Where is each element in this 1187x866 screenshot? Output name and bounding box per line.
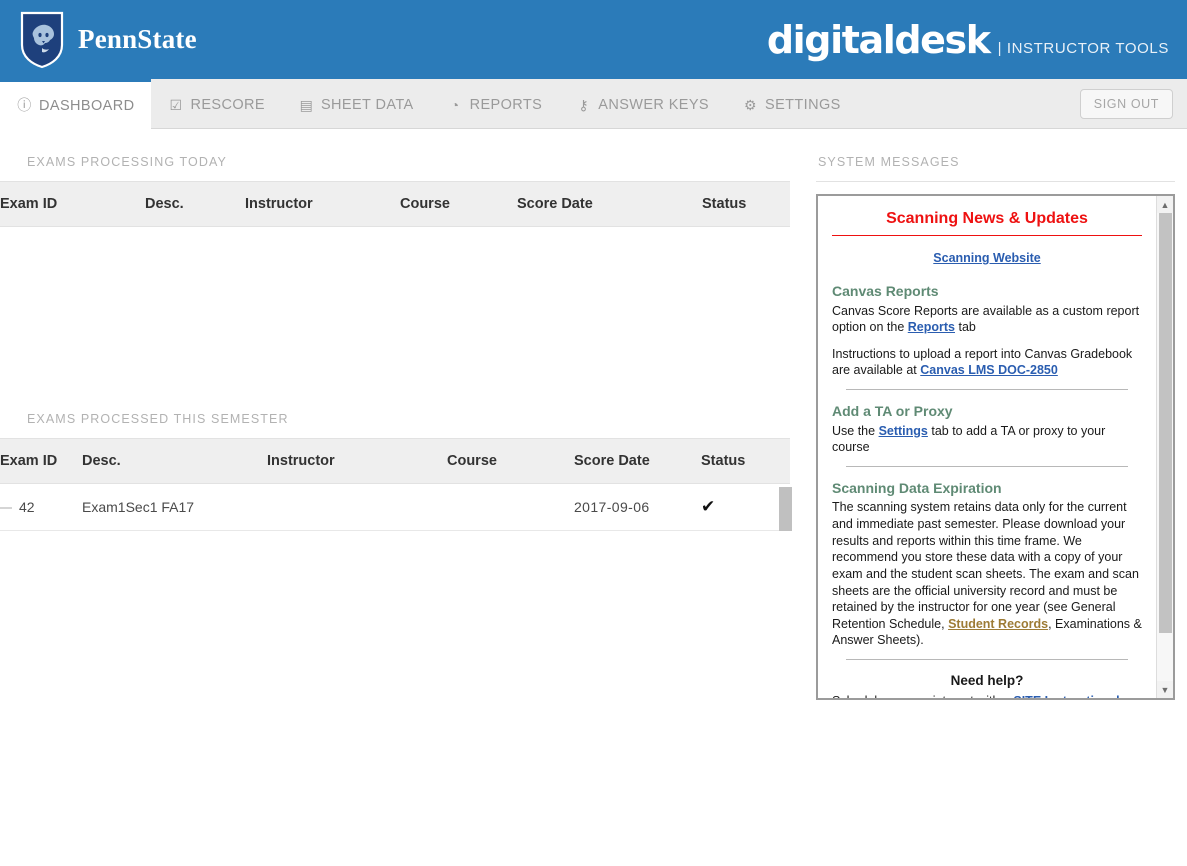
message-paragraph: Canvas Score Reports are available as a … [832, 303, 1142, 336]
tab-label: REPORTS [469, 97, 543, 113]
inline-link[interactable]: Reports [908, 320, 955, 334]
section-divider [816, 181, 1175, 182]
tab-answer-keys[interactable]: ⚷ ANSWER KEYS [559, 79, 726, 128]
message-section-heading: Add a TA or Proxy [832, 403, 953, 419]
gear-icon: ⚙ [744, 96, 757, 113]
row-collapse-toggle-icon[interactable] [0, 507, 12, 510]
brand-header: PennState digitaldesk | INSTRUCTOR TOOLS [0, 0, 1187, 79]
section-separator [846, 659, 1128, 661]
column-header-desc[interactable]: Desc. [145, 182, 245, 227]
key-icon: ⚷ [578, 96, 590, 113]
left-column: EXAMS PROCESSING TODAY Exam ID Desc. Instr… [0, 129, 806, 531]
scrollbar-track[interactable] [1156, 213, 1173, 681]
panel-title: Scanning News & Updates [832, 208, 1142, 237]
paragraph-text-before: Canvas Score Reports are available as a … [832, 303, 1140, 335]
cell-status: ✔ [701, 483, 790, 531]
tab-label: SETTINGS [765, 97, 841, 113]
column-header-status[interactable]: Status [701, 439, 790, 484]
tab-rescore[interactable]: ☑ RESCORE [151, 79, 282, 128]
scrollbar-thumb[interactable] [1158, 213, 1172, 633]
system-messages-label: SYSTEM MESSAGES [818, 155, 960, 169]
exams-processing-today-label: EXAMS PROCESSING TODAY [27, 155, 227, 169]
scanning-website-link[interactable]: Scanning Website [933, 251, 1040, 265]
need-help-paragraph: Schedule an appointment with a SITE Inst… [832, 693, 1142, 698]
exams-processed-semester-label: EXAMS PROCESSED THIS SEMESTER [27, 412, 289, 426]
table-row[interactable]: 42 Exam1Sec1 FA17 2017-09-06 ✔ [0, 483, 790, 531]
product-lockup: digitaldesk | INSTRUCTOR TOOLS [767, 21, 1169, 59]
tab-reports[interactable]: ◔ REPORTS [431, 79, 560, 128]
tab-label: ANSWER KEYS [598, 97, 710, 113]
scanning-website-link-wrap: Scanning Website [832, 250, 1142, 267]
table-header-row: Exam ID Desc. Instructor Course Score Date St… [0, 439, 790, 484]
cell-desc: Exam1Sec1 FA17 [82, 483, 267, 531]
dashboard-gauge-icon: ⓘ [17, 97, 32, 113]
cell-score-date: 2017-09-06 [574, 483, 701, 531]
penn-state-shield-icon [20, 11, 64, 69]
university-wordmark: PennState [78, 24, 197, 54]
exam-id-value: 42 [19, 499, 35, 515]
checkbox-checked-icon: ☑ [169, 96, 183, 113]
scrollbar-thumb[interactable] [779, 487, 792, 531]
column-header-status[interactable]: Status [702, 182, 790, 227]
column-header-desc[interactable]: Desc. [82, 439, 267, 484]
paragraph-text-before: Use the [832, 423, 879, 438]
column-header-course[interactable]: Course [447, 439, 574, 484]
brand-lockup[interactable]: PennState [0, 11, 197, 69]
table-header-row: Exam ID Desc. Instructor Course Score Date St… [0, 182, 790, 227]
sign-out-button[interactable]: SIGN OUT [1079, 88, 1173, 119]
product-subtitle: | INSTRUCTOR TOOLS [997, 39, 1169, 57]
column-header-instructor[interactable]: Instructor [267, 439, 447, 484]
empty-table-body [0, 227, 806, 287]
tab-label: SHEET DATA [320, 97, 414, 113]
message-section-heading: Scanning Data Expiration [832, 479, 1002, 496]
exams-processing-today-table-wrap: Exam ID Desc. Instructor Course Score Date St… [0, 182, 806, 287]
section-separator [846, 389, 1128, 390]
system-messages-content: Scanning News & Updates Scanning Website C… [818, 196, 1156, 698]
tab-label: DASHBOARD [39, 97, 135, 114]
document-sheet-icon: ▤ [299, 96, 314, 113]
paragraph-text-after: tab [955, 320, 976, 335]
table-body: 42 Exam1Sec1 FA17 2017-09-06 ✔ [0, 483, 790, 531]
exams-processed-semester-table-wrap: Exam ID Desc. Instructor Course Score Date St… [0, 439, 806, 531]
message-paragraph: Use the Settings tab to add a TA or prox… [832, 423, 1142, 456]
main-navigation-tabs: ⓘ DASHBOARD ☑ RESCORE ▤ SHEET DATA ◔ REPORTS ⚷ AN… [0, 79, 1187, 129]
column-header-exam-id[interactable]: Exam ID [0, 182, 145, 227]
paragraph-text-before: Schedule an appointment with a [832, 694, 1013, 698]
cell-course [447, 483, 574, 531]
tab-settings[interactable]: ⚙ SETTINGS [726, 79, 858, 128]
message-panel-scrollbar[interactable]: ▲ ▼ [1156, 196, 1173, 698]
message-paragraph: Instructions to upload a report into Can… [832, 346, 1142, 379]
table-scrollbar[interactable] [779, 487, 792, 531]
right-column: SYSTEM MESSAGES Scanning News & Updates S… [806, 129, 1187, 700]
inline-link[interactable]: Student Records [948, 617, 1048, 631]
pie-chart-icon: ◔ [450, 96, 460, 113]
message-section-heading: Canvas Reports [832, 282, 939, 299]
tab-sheet-data[interactable]: ▤ SHEET DATA [282, 79, 431, 128]
exams-processed-semester-table: Exam ID Desc. Instructor Course Score Date St… [0, 439, 790, 531]
column-header-score-date[interactable]: Score Date [517, 182, 702, 227]
exams-processing-today-table: Exam ID Desc. Instructor Course Score Date St… [0, 182, 790, 227]
section-separator [846, 465, 1128, 467]
scroll-down-arrow-icon[interactable]: ▼ [1156, 681, 1173, 698]
inline-link[interactable]: Canvas LMS DOC-2850 [920, 363, 1058, 377]
inline-link[interactable]: Settings [879, 424, 928, 438]
column-header-course[interactable]: Course [400, 182, 517, 227]
main-content: EXAMS PROCESSING TODAY Exam ID Desc. Instr… [0, 129, 1187, 700]
cell-instructor [267, 483, 447, 531]
cell-exam-id: 42 [0, 483, 82, 531]
column-header-score-date[interactable]: Score Date [574, 439, 701, 484]
scroll-up-arrow-icon[interactable]: ▲ [1156, 196, 1173, 213]
message-paragraph: The scanning system retains data only fo… [832, 499, 1142, 649]
system-messages-panel: Scanning News & Updates Scanning Website C… [816, 194, 1175, 700]
column-header-exam-id[interactable]: Exam ID [0, 439, 82, 484]
checkmark-icon: ✔ [701, 497, 716, 516]
need-help-heading: Need help? [950, 673, 1024, 689]
digitaldesk-logo: digitaldesk [766, 17, 991, 62]
tab-dashboard[interactable]: ⓘ DASHBOARD [0, 79, 152, 129]
tab-label: RESCORE [190, 97, 265, 113]
column-header-instructor[interactable]: Instructor [245, 182, 400, 227]
paragraph-text-before: The scanning system retains data only fo… [832, 500, 1139, 631]
